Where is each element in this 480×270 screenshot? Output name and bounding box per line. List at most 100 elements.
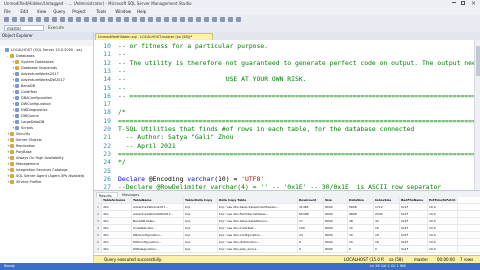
menu-item-view[interactable]: View <box>37 9 47 14</box>
toolbar-button-icon[interactable] <box>44 17 49 22</box>
table-row[interactable]: 6 dbo DWConfiguration... bcp bcp "use dbo.di… <box>94 239 480 246</box>
toolbar-button-icon[interactable] <box>4 17 9 22</box>
grid-cell[interactable]: 100 <box>298 225 324 231</box>
table-row[interactable]: 3 dbo BanaDB.Sales... bcp bcp "use dbo.Sales… <box>94 218 480 225</box>
grid-cell[interactable]: DWDiagnostics... <box>132 246 184 252</box>
grid-cell[interactable]: 7 <box>94 246 102 252</box>
table-row[interactable]: 7 dbo DWDiagnostics... bcp bcp "use dbo.pdw_… <box>94 246 480 253</box>
grid-cell[interactable]: 8000 <box>324 246 348 252</box>
menu-item-help[interactable]: Help <box>137 9 146 14</box>
grid-cell[interactable]: 8000 <box>324 218 348 224</box>
grid-cell[interactable]: 16 <box>374 225 400 231</box>
maximize-icon[interactable] <box>461 1 465 5</box>
grid-column-header[interactable]: Table/Data Copy <box>184 197 218 203</box>
menu-item-tools[interactable]: Tools <box>96 9 106 14</box>
grid-column-header[interactable] <box>94 197 102 203</box>
grid-column-header[interactable]: DataSize <box>348 197 374 203</box>
toolbar-button-icon[interactable] <box>124 17 129 22</box>
grid-cell[interactable]: dbo <box>102 246 132 252</box>
grid-cell[interactable]: 0 <box>348 246 374 252</box>
table-row[interactable]: 2 dbo AdventureWorksDW2017... bcp bcp "use d… <box>94 211 480 218</box>
grid-cell[interactable]: 5 <box>94 232 102 238</box>
grid-cell[interactable]: 31465 <box>298 204 324 210</box>
grid-cell[interactable]: AdventureWorks2017... <box>132 204 184 210</box>
grid-cell[interactable]: bcp "use dbo.Sales.SalesOrderHeader... <box>218 204 298 210</box>
grid-column-header[interactable]: TableName <box>132 197 184 203</box>
table-row[interactable]: 4 dbo CodeTest.dbo... bcp bcp "use dbo.CodeT… <box>94 225 480 232</box>
grid-cell[interactable]: bcp "use dbo.Sales.SalesPerson... <box>218 218 298 224</box>
grid-cell[interactable]: 9808 <box>348 211 374 217</box>
grid-cell[interactable]: 0x1F <box>400 239 428 245</box>
grid-cell[interactable]: 10.0 <box>428 232 458 238</box>
grid-cell[interactable]: 16 <box>348 232 374 238</box>
grid-cell[interactable]: 4 <box>94 225 102 231</box>
grid-cell[interactable]: 0x1F <box>400 211 428 217</box>
close-icon[interactable]: × <box>471 0 476 7</box>
grid-cell[interactable]: bcp <box>184 225 218 231</box>
grid-cell[interactable]: 2040 <box>374 211 400 217</box>
toolbar-button-icon[interactable] <box>204 17 209 22</box>
grid-cell[interactable]: 0x1F <box>400 218 428 224</box>
grid-cell[interactable]: 0x1F <box>400 225 428 231</box>
grid-column-header[interactable]: IndexSize <box>374 197 400 203</box>
grid-cell[interactable]: 10.0 <box>428 246 458 252</box>
grid-cell[interactable]: DBAConfiguration... <box>132 232 184 238</box>
table-row[interactable]: 1 dbo AdventureWorks2017... bcp bcp "use dbo… <box>94 204 480 211</box>
toolbar-button-icon[interactable] <box>140 17 145 22</box>
query-editor[interactable]: 1011121314151617181920212223242526272829… <box>94 40 474 190</box>
toolbar-button-icon[interactable] <box>172 17 177 22</box>
toolbar-button-icon[interactable] <box>12 17 17 22</box>
scrollbar-thumb[interactable] <box>476 46 480 76</box>
table-row[interactable]: 5 dbo DBAConfiguration... bcp bcp "use dbo.C… <box>94 232 480 239</box>
grid-cell[interactable]: 10.0 <box>428 239 458 245</box>
toolbar-button-icon[interactable] <box>28 17 33 22</box>
toolbar-button-icon[interactable] <box>116 17 121 22</box>
grid-cell[interactable]: dbo <box>102 239 132 245</box>
grid-cell[interactable]: 2 <box>94 211 102 217</box>
toolbar-button-icon[interactable] <box>228 17 233 22</box>
grid-cell[interactable]: 8000 <box>324 239 348 245</box>
toolbar-button-icon[interactable] <box>196 17 201 22</box>
toolbar-button-icon[interactable] <box>156 17 161 22</box>
toolbar-button-icon[interactable] <box>100 17 105 22</box>
grid-cell[interactable]: 16 <box>374 232 400 238</box>
toolbar-button-icon[interactable] <box>212 17 217 22</box>
grid-cell[interactable]: dbo <box>102 232 132 238</box>
results-grid[interactable]: TableSchema TableName Table/Data Copy Data … <box>94 197 480 255</box>
grid-cell[interactable]: 8000 <box>324 204 348 210</box>
editor-vertical-scrollbar[interactable] <box>474 40 480 190</box>
grid-cell[interactable]: dbo <box>102 211 132 217</box>
grid-cell[interactable]: bcp <box>184 211 218 217</box>
menu-item-window[interactable]: Window <box>115 9 131 14</box>
grid-cell[interactable]: bcp <box>184 246 218 252</box>
toolbar-button-icon[interactable] <box>132 17 137 22</box>
grid-cell[interactable]: 3 <box>94 218 102 224</box>
toolbar-button-icon[interactable] <box>20 17 25 22</box>
grid-cell[interactable]: bcp <box>184 239 218 245</box>
toolbar-button-icon[interactable] <box>60 17 65 22</box>
grid-cell[interactable]: bcp <box>184 218 218 224</box>
menu-item-project[interactable]: Project <box>72 9 86 14</box>
grid-cell[interactable]: 60398 <box>298 211 324 217</box>
grid-cell[interactable]: 48 <box>348 218 374 224</box>
grid-cell[interactable]: DWConfiguration... <box>132 239 184 245</box>
toolbar-button-icon[interactable] <box>180 17 185 22</box>
grid-cell[interactable]: 0 <box>374 246 400 252</box>
grid-cell[interactable]: 24 <box>298 232 324 238</box>
database-combo[interactable]: master <box>4 25 44 31</box>
toolbar-button-icon[interactable] <box>76 17 81 22</box>
grid-cell[interactable]: 8000 <box>324 211 348 217</box>
grid-column-header[interactable]: TableSchema <box>102 197 132 203</box>
grid-cell[interactable]: 32 <box>374 218 400 224</box>
grid-cell[interactable]: 10.0 <box>428 225 458 231</box>
grid-cell[interactable]: 1 <box>94 204 102 210</box>
grid-cell[interactable]: bcp "use dbo.FactInternetSales... <box>218 211 298 217</box>
toolbar-button-icon[interactable] <box>92 17 97 22</box>
grid-cell[interactable]: 5608 <box>348 204 374 210</box>
toolbar-button-icon[interactable] <box>188 17 193 22</box>
grid-cell[interactable]: 10.0 <box>428 211 458 217</box>
tree-node[interactable]: + XEvent Profiler <box>0 179 92 185</box>
grid-cell[interactable]: 6 <box>94 239 102 245</box>
grid-column-header[interactable]: RowCount <box>298 197 324 203</box>
grid-cell[interactable]: 0x1F <box>400 232 428 238</box>
